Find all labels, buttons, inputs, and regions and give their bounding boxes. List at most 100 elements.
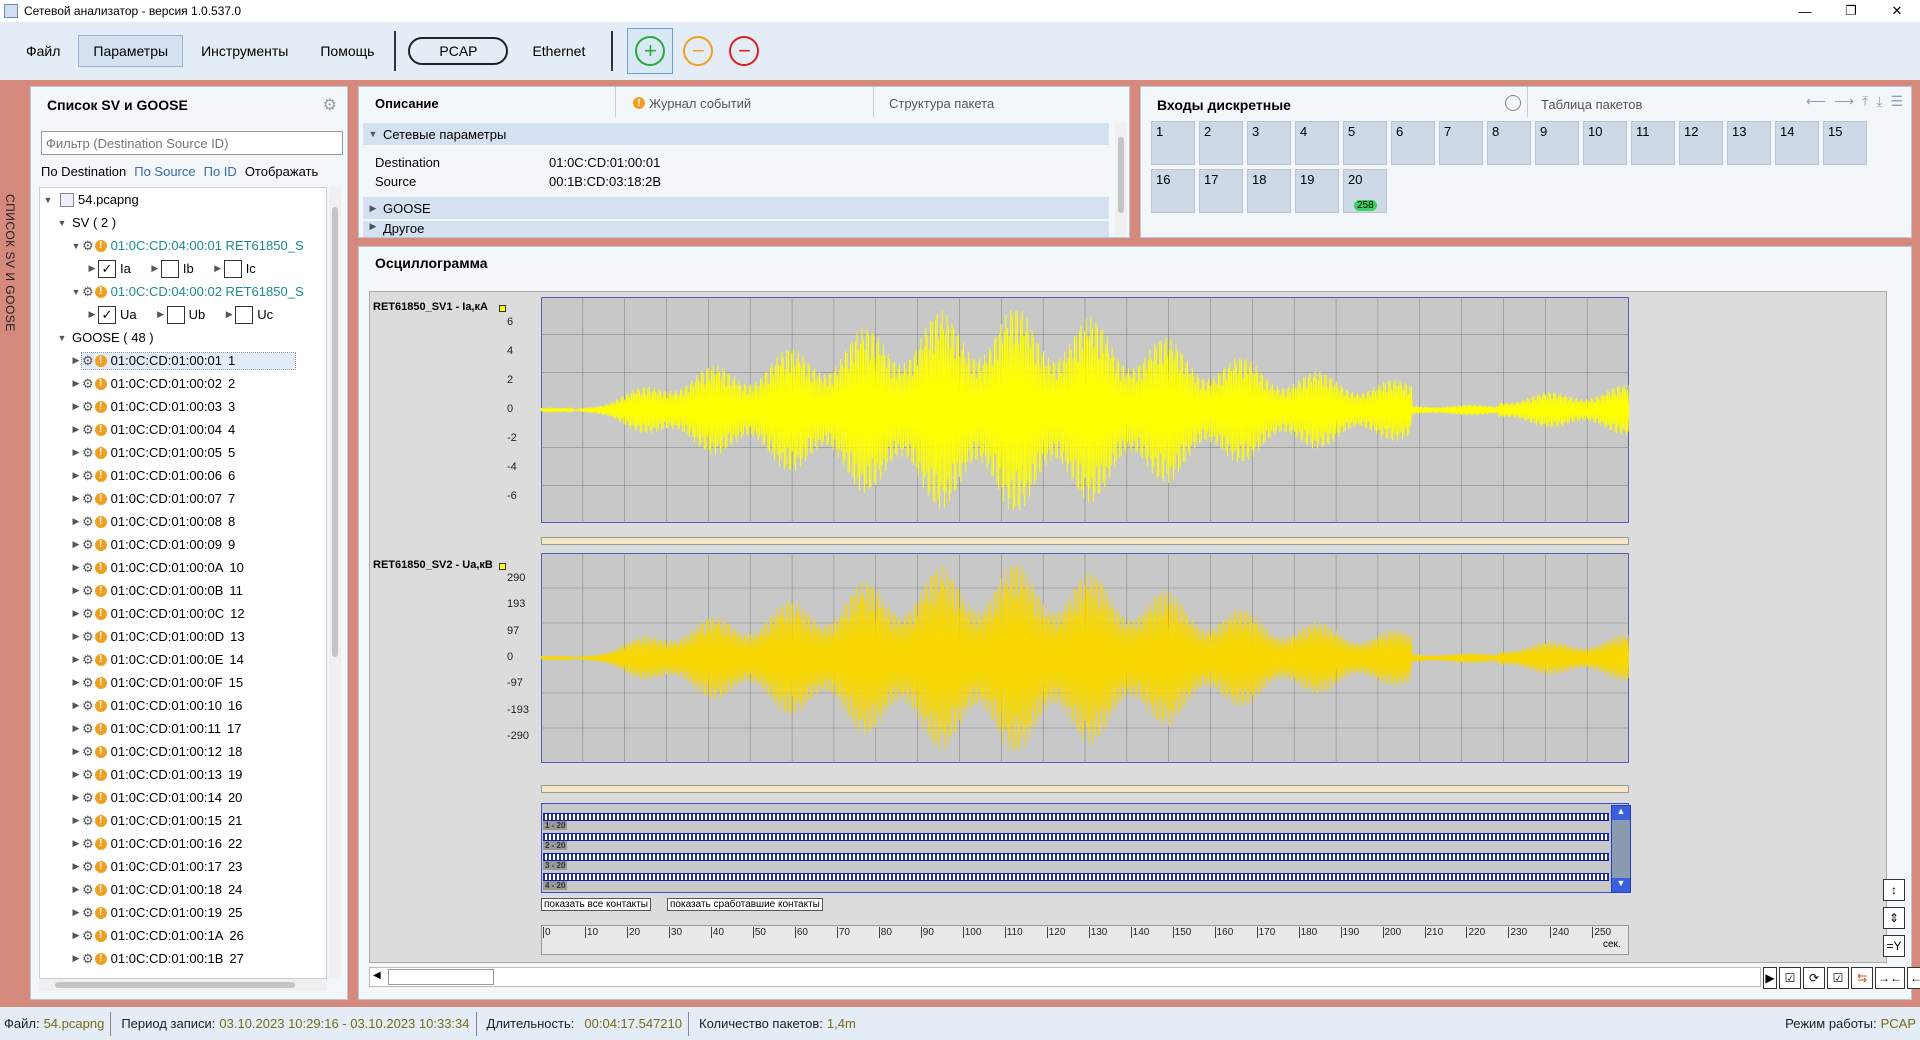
minus-orange-button[interactable]: − <box>683 36 714 66</box>
chevron-right-icon[interactable]: ▶ <box>70 516 82 527</box>
gear-icon[interactable]: ⚙ <box>82 836 94 852</box>
sv-stream[interactable]: ▼ ⚙ ! 01:0C:CD:04:00:01 RET61850_S <box>40 234 326 257</box>
sync-icon[interactable]: ⇆ <box>1851 967 1873 989</box>
sort-show[interactable]: Отображать <box>245 164 318 179</box>
discrete-input[interactable]: 14 <box>1775 121 1819 165</box>
discrete-input[interactable]: 13 <box>1727 121 1771 165</box>
discrete-input[interactable]: 12 <box>1679 121 1723 165</box>
discrete-input[interactable]: 2 <box>1199 121 1243 165</box>
goose-item[interactable]: ▶ ⚙ ! 01:0C:CD:01:00:0F 15 <box>40 671 326 694</box>
chevron-right-icon[interactable]: ▶ <box>70 355 82 366</box>
gear-icon[interactable]: ⚙ <box>82 721 94 737</box>
chevron-right-icon[interactable]: ▶ <box>155 309 167 320</box>
gear-icon[interactable]: ⚙ <box>82 468 94 484</box>
scroll-left-icon[interactable]: ◀ <box>373 970 381 981</box>
chevron-right-icon[interactable]: ▶ <box>70 907 82 918</box>
chevron-right-icon[interactable]: ▶ <box>223 309 235 320</box>
side-strip[interactable]: СПИСОК SV И GOOSE <box>0 84 24 1004</box>
filter-input[interactable] <box>41 131 343 155</box>
discrete-input[interactable]: 19 <box>1295 169 1339 213</box>
maximize-button[interactable]: ❐ <box>1828 0 1874 22</box>
gear-icon[interactable]: ⚙ <box>82 675 94 691</box>
menu-tools[interactable]: Инструменты <box>187 35 302 67</box>
discrete-input[interactable]: 6 <box>1391 121 1435 165</box>
chevron-right-icon[interactable]: ▶ <box>70 769 82 780</box>
goose-item[interactable]: ▶ ⚙ ! 01:0C:CD:01:00:17 23 <box>40 855 326 878</box>
gear-icon[interactable]: ⚙ <box>82 698 94 714</box>
section-net-params[interactable]: ▼ Сетевые параметры <box>363 123 1109 145</box>
chevron-right-icon[interactable]: ▶ <box>86 309 98 320</box>
chevron-right-icon[interactable]: ▶ <box>70 493 82 504</box>
gear-icon[interactable]: ⚙ <box>82 629 94 645</box>
chevron-right-icon[interactable]: ▶ <box>70 930 82 941</box>
gear-icon[interactable]: ⚙ <box>82 284 94 300</box>
goose-item[interactable]: ▶ ⚙ ! 01:0C:CD:01:00:10 16 <box>40 694 326 717</box>
chevron-right-icon[interactable]: ▶ <box>70 539 82 550</box>
goose-item[interactable]: ▶ ⚙ ! 01:0C:CD:01:00:03 3 <box>40 395 326 418</box>
discrete-input[interactable]: 5 <box>1343 121 1387 165</box>
chevron-down-icon[interactable]: ▼ <box>70 287 82 297</box>
goose-item[interactable]: ▶ ⚙ ! 01:0C:CD:01:00:16 22 <box>40 832 326 855</box>
tree-file[interactable]: ▼ 54.pcapng <box>40 188 326 211</box>
chevron-right-icon[interactable]: ▶ <box>70 401 82 412</box>
add-button[interactable]: + <box>627 28 674 74</box>
gear-icon[interactable]: ⚙ <box>82 951 94 967</box>
chevron-right-icon[interactable]: ▶ <box>70 585 82 596</box>
discrete-input[interactable]: 17 <box>1199 169 1243 213</box>
sort-dest[interactable]: По Destination <box>41 164 126 179</box>
checkbox-icon[interactable]: ☑ <box>1779 967 1801 989</box>
discrete-input[interactable]: 3 <box>1247 121 1291 165</box>
sort-id[interactable]: По ID <box>204 164 237 179</box>
goose-item[interactable]: ▶ ⚙ ! 01:0C:CD:01:00:05 5 <box>40 441 326 464</box>
fit-vertical-button[interactable]: ⇕ <box>1883 907 1905 929</box>
gear-icon[interactable]: ⚙ <box>82 790 94 806</box>
chevron-right-icon[interactable]: ▶ <box>70 677 82 688</box>
channel-checkbox[interactable]: ✓ <box>98 305 116 324</box>
tree-goose-group[interactable]: ▼ GOOSE ( 48 ) <box>40 326 326 349</box>
desc-scrollbar[interactable] <box>1115 123 1127 237</box>
discrete-input[interactable]: 4 <box>1295 121 1339 165</box>
chevron-down-icon[interactable]: ▼ <box>42 195 54 205</box>
tree-sv-group[interactable]: ▼ SV ( 2 ) <box>40 211 326 234</box>
chevron-right-icon[interactable]: ▶ <box>149 263 161 274</box>
chevron-right-icon[interactable]: ▶ <box>70 562 82 573</box>
chevron-right-icon[interactable]: ▶ <box>70 654 82 665</box>
goose-item[interactable]: ▶ ⚙ ! 01:0C:CD:01:00:1B 27 <box>40 947 326 970</box>
arrow-top-icon[interactable]: ⤒ <box>1862 93 1868 110</box>
ch2-scrollbar[interactable] <box>541 785 1629 793</box>
chevron-right-icon[interactable]: ▶ <box>70 424 82 435</box>
channel-checkbox[interactable] <box>160 259 179 278</box>
discrete-input[interactable]: 18 <box>1247 169 1291 213</box>
clock-icon[interactable] <box>1505 95 1521 111</box>
chevron-right-icon[interactable]: ▶ <box>70 861 82 872</box>
scroll-thumb-h[interactable] <box>388 969 494 985</box>
chevron-right-icon[interactable]: ▶ <box>70 608 82 619</box>
channel-checkbox[interactable] <box>166 305 185 324</box>
sv-stream[interactable]: ▼ ⚙ ! 01:0C:CD:04:00:02 RET61850_S <box>40 280 326 303</box>
chevron-down-icon[interactable]: ▼ <box>56 333 68 343</box>
gear-icon[interactable]: ⚙ <box>82 606 94 622</box>
gear-icon[interactable]: ⚙ <box>82 238 94 254</box>
channel-checkbox[interactable]: ✓ <box>98 259 116 278</box>
chevron-down-icon[interactable]: ▼ <box>56 218 68 228</box>
discrete-input[interactable]: 16 <box>1151 169 1195 213</box>
refresh-icon[interactable]: ⟳ <box>1803 967 1825 989</box>
goose-item[interactable]: ▶ ⚙ ! 01:0C:CD:01:00:08 8 <box>40 510 326 533</box>
goose-item[interactable]: ▶ ⚙ ! 01:0C:CD:01:00:13 19 <box>40 763 326 786</box>
goose-item[interactable]: ▶ ⚙ ! 01:0C:CD:01:00:0B 11 <box>40 579 326 602</box>
scroll-down-icon[interactable]: ▼ <box>1612 878 1630 892</box>
goose-item[interactable]: ▶ ⚙ ! 01:0C:CD:01:00:14 20 <box>40 786 326 809</box>
gear-icon[interactable]: ⚙ <box>323 95 337 115</box>
discrete-input[interactable]: 20 258 <box>1343 169 1387 213</box>
goose-item[interactable]: ▶ ⚙ ! 01:0C:CD:01:00:04 4 <box>40 418 326 441</box>
tab-structure[interactable]: Структура пакета <box>889 89 994 117</box>
remove-button[interactable]: − <box>729 36 760 66</box>
shrink-x-icon[interactable]: →← <box>1875 967 1905 989</box>
show-triggered-contacts-button[interactable]: показать сработавшие контакты <box>667 898 823 911</box>
list-icon[interactable]: ☰ <box>1890 93 1903 110</box>
gear-icon[interactable]: ⚙ <box>82 491 94 507</box>
arrow-left-icon[interactable]: ⟵ <box>1806 93 1826 110</box>
zoom-vertical-button[interactable]: ↕ <box>1883 879 1905 901</box>
chevron-right-icon[interactable]: ▶ <box>70 447 82 458</box>
gear-icon[interactable]: ⚙ <box>82 859 94 875</box>
